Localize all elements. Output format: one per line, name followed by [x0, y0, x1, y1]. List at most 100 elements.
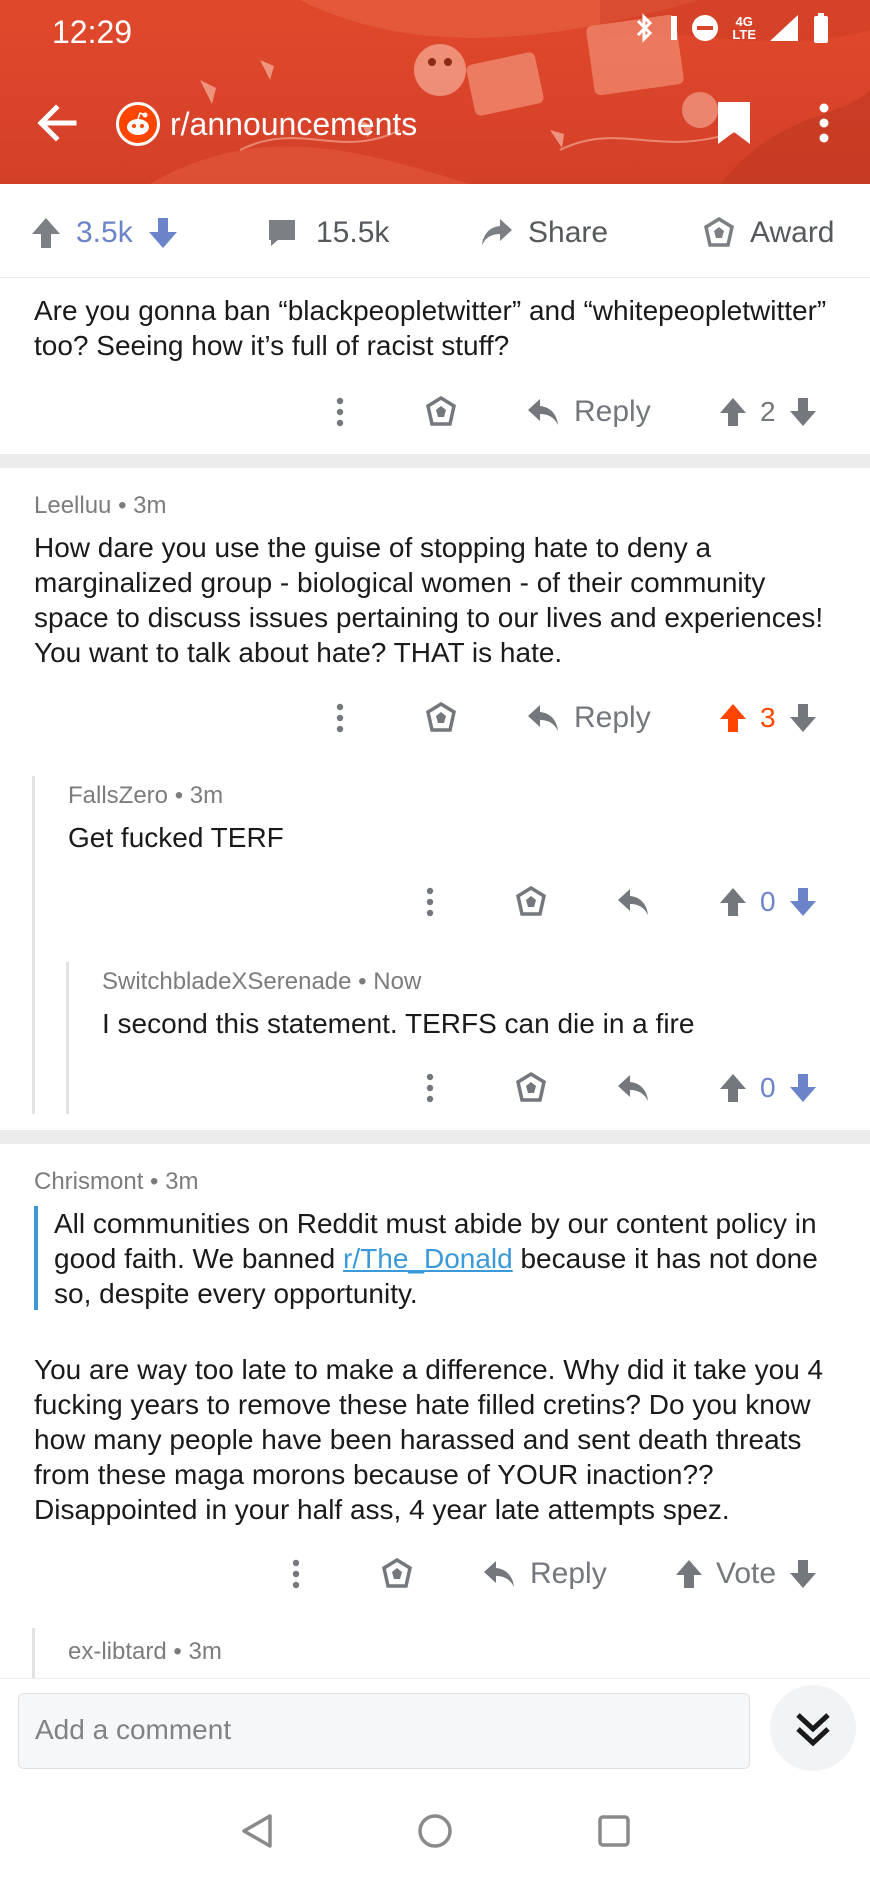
more-options-button[interactable]	[806, 100, 842, 146]
status-icons: 4G LTE	[632, 12, 830, 44]
status-bar: 12:29 4G LTE	[0, 0, 870, 62]
next-comment-button[interactable]	[770, 1685, 856, 1771]
downvote-button[interactable]	[788, 1072, 818, 1104]
more-vertical-icon	[292, 1559, 300, 1589]
upvote-button[interactable]	[30, 216, 62, 250]
comment-meta: FallsZero • 3m	[68, 782, 224, 809]
comment-award-button[interactable]	[424, 692, 458, 744]
comment-more-button[interactable]	[416, 1062, 444, 1114]
reply-button[interactable]	[616, 1062, 650, 1114]
comment-actions: Reply 2	[0, 386, 870, 438]
nav-back-button[interactable]	[240, 1812, 274, 1850]
comment-vote-group: 0	[718, 1062, 818, 1114]
circle-home-icon	[418, 1814, 452, 1848]
comment-vote-group: Vote	[674, 1548, 818, 1600]
comment-meta: Leelluu • 3m	[34, 492, 167, 519]
subreddit-link-the-donald[interactable]: r/The_Donald	[343, 1243, 513, 1274]
reply-button[interactable]: Reply	[482, 1548, 607, 1600]
reply-label: Reply	[574, 701, 651, 734]
comment-score: 3	[760, 702, 776, 733]
nav-home-button[interactable]	[416, 1812, 454, 1850]
comment-score: 0	[760, 1072, 776, 1103]
upvote-button[interactable]	[674, 1558, 704, 1590]
toolbar: r/announcements	[0, 84, 870, 160]
share-arrow-icon	[482, 219, 512, 245]
downvote-button[interactable]	[147, 216, 179, 250]
comment-body: Are you gonna ban “blackpeopletwitter” a…	[34, 295, 827, 361]
arrow-down-icon	[789, 398, 816, 426]
comment-body: You are way too late to make a differenc…	[34, 1354, 824, 1525]
arrow-up-icon	[32, 218, 60, 248]
comment-divider	[0, 1130, 870, 1144]
subreddit-name: r/announcements	[170, 105, 418, 142]
reply-label: Reply	[574, 395, 651, 428]
comment-author[interactable]: SwitchbladeXSerenade	[102, 968, 352, 995]
comment-actions: 0	[0, 876, 870, 928]
do-not-disturb-icon	[690, 13, 720, 43]
save-button[interactable]	[712, 98, 756, 148]
arrow-down-icon	[790, 1560, 817, 1588]
share-label: Share	[528, 216, 609, 249]
subreddit-header: 12:29 4G LTE r/announcements	[0, 0, 870, 184]
quote-bar	[34, 1206, 38, 1310]
comment-score: 2	[760, 396, 776, 427]
downvote-button[interactable]	[788, 702, 818, 734]
arrow-up-icon	[720, 888, 746, 916]
comment-author[interactable]: Leelluu	[34, 492, 111, 519]
upvote-button[interactable]	[718, 1072, 748, 1104]
comment-score: 0	[760, 886, 776, 917]
arrow-down-icon	[789, 888, 816, 916]
double-chevron-down-icon	[796, 1713, 830, 1747]
add-comment-input[interactable]: Add a comment	[18, 1693, 750, 1769]
comment-body: Get fucked TERF	[68, 822, 284, 853]
share-button[interactable]: Share	[480, 208, 608, 258]
arrow-down-icon	[789, 704, 816, 732]
arrow-down-icon	[789, 1074, 816, 1102]
comment-meta: Chrismont • 3m	[34, 1168, 199, 1195]
arrow-up-icon	[720, 704, 746, 732]
comment-meta: SwitchbladeXSerenade • Now	[102, 968, 422, 995]
downvote-button[interactable]	[788, 886, 818, 918]
award-icon	[516, 1071, 546, 1102]
upvote-button[interactable]	[718, 396, 748, 428]
comment-award-button[interactable]	[514, 1062, 548, 1114]
reply-button[interactable]: Reply	[526, 386, 651, 438]
arrow-up-icon	[676, 1560, 702, 1588]
comment-award-button[interactable]	[514, 876, 548, 928]
nav-recents-button[interactable]	[596, 1812, 632, 1850]
comment-bubble-icon	[269, 220, 295, 246]
bluetooth-icon	[632, 13, 658, 43]
comment-actions: Reply Vote	[0, 1548, 870, 1600]
comment-more-button[interactable]	[326, 386, 354, 438]
comment-author[interactable]: ex-libtard	[68, 1638, 167, 1665]
reply-arrow-icon	[528, 399, 558, 425]
reply-arrow-icon	[618, 1075, 648, 1101]
award-icon	[704, 216, 734, 247]
comment-more-button[interactable]	[282, 1548, 310, 1600]
add-comment-placeholder: Add a comment	[35, 1714, 232, 1745]
comment-more-button[interactable]	[416, 876, 444, 928]
comment-author[interactable]: Chrismont	[34, 1168, 143, 1195]
comment-award-button[interactable]	[380, 1548, 414, 1600]
reply-arrow-icon	[618, 889, 648, 915]
bookmark-icon	[718, 102, 750, 144]
award-icon	[382, 1557, 412, 1588]
comment-award-button[interactable]	[424, 386, 458, 438]
reply-button[interactable]: Reply	[526, 692, 651, 744]
comment-vote-group: 2	[718, 386, 818, 438]
award-button[interactable]: Award	[702, 208, 835, 258]
reply-button[interactable]	[616, 876, 650, 928]
upvote-button[interactable]	[718, 886, 748, 918]
comment-time: 3m	[133, 492, 167, 519]
comment-vote-group: 0	[718, 876, 818, 928]
comment-more-button[interactable]	[326, 692, 354, 744]
subreddit-link[interactable]: r/announcements	[116, 102, 417, 146]
comment-author[interactable]: FallsZero	[68, 782, 168, 809]
downvote-button[interactable]	[788, 1558, 818, 1590]
comment-body: How dare you use the guise of stopping h…	[34, 532, 824, 668]
more-vertical-icon	[336, 703, 344, 733]
upvote-button[interactable]	[718, 702, 748, 734]
comments-count-button[interactable]: 15.5k	[266, 208, 389, 258]
downvote-button[interactable]	[788, 396, 818, 428]
back-button[interactable]	[30, 98, 86, 148]
